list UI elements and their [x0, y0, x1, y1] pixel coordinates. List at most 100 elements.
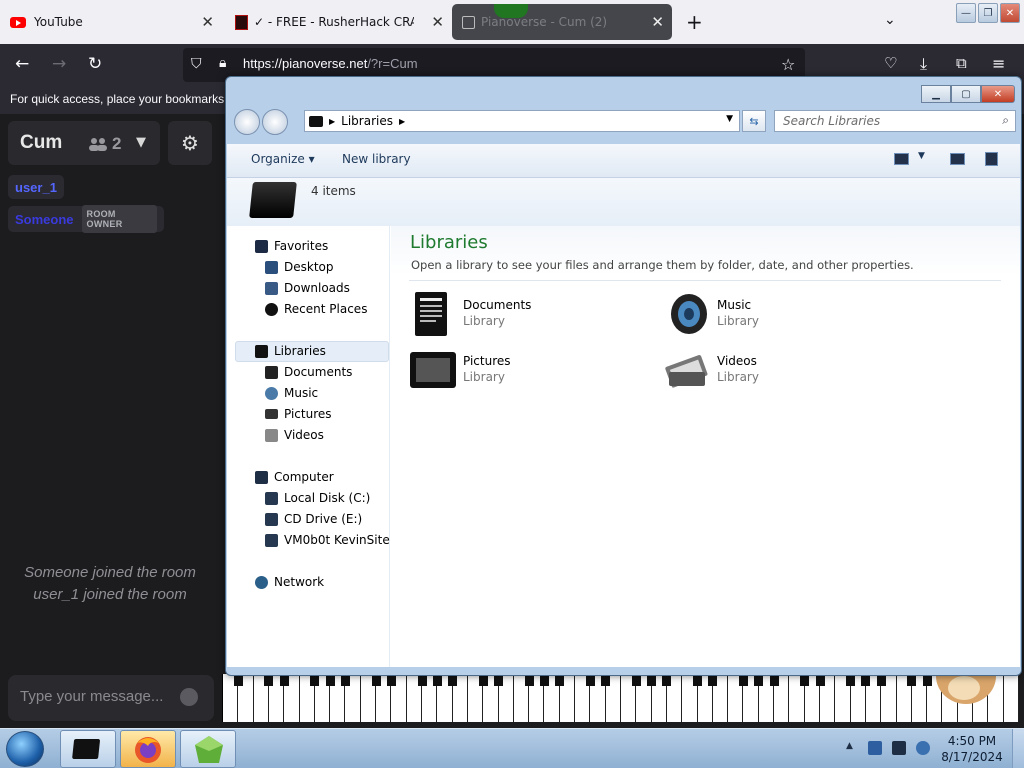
search-icon[interactable]: ⌕ [1002, 113, 1009, 128]
maximize-button[interactable]: ❐ [978, 3, 998, 23]
address-bar[interactable]: ▶ Libraries ▶ ▼ [304, 110, 740, 132]
breadcrumb-arrow-icon[interactable]: ▶ [329, 117, 335, 126]
help-icon[interactable] [985, 152, 998, 166]
list-all-tabs-button[interactable]: ⌄ [884, 12, 896, 28]
nav-item-downloads[interactable]: Downloads [265, 281, 350, 295]
nav-item-favorites[interactable]: Favorites [255, 239, 328, 253]
show-desktop-button[interactable] [1012, 729, 1024, 768]
lock-icon[interactable]: 🔒︎ [219, 55, 226, 71]
maximize-button[interactable]: ▢ [951, 85, 981, 103]
chevron-down-icon[interactable]: ▼ [726, 114, 733, 124]
start-button[interactable] [6, 731, 44, 767]
chat-log: Someone joined the room user_1 joined th… [10, 562, 210, 606]
pocket-icon[interactable]: ♡ [884, 54, 897, 72]
explorer-window-controls: ▁ ▢ ✕ [921, 85, 1015, 103]
search-input[interactable]: Search Libraries ⌕ [774, 110, 1016, 132]
library-music[interactable]: Music Library [663, 290, 883, 342]
breadcrumb-arrow-icon[interactable]: ▶ [399, 117, 405, 126]
chevron-down-icon[interactable]: ▼ [136, 135, 146, 150]
user-chip[interactable]: user_1 [8, 175, 64, 199]
close-icon[interactable]: ✕ [201, 13, 214, 31]
organize-button[interactable]: Organize ▾ [251, 152, 315, 166]
close-icon[interactable]: ✕ [651, 13, 664, 31]
green-gem-icon [195, 736, 223, 763]
extensions-icon[interactable]: ⧉ [956, 54, 967, 72]
piano-keyboard[interactable] [222, 674, 1019, 722]
divider [409, 280, 1001, 281]
url-host: https://pianoverse.net [243, 56, 368, 71]
bookmark-star-icon[interactable]: ☆ [781, 55, 795, 74]
clock-time: 4:50 PM [947, 734, 997, 748]
download-icon[interactable]: ⤓ [920, 54, 927, 74]
tab-youtube[interactable]: YouTube ✕ [0, 0, 222, 44]
chat-input[interactable]: Type your message... [20, 688, 163, 705]
nav-item-cd-drive[interactable]: CD Drive (E:) [265, 512, 362, 526]
new-library-button[interactable]: New library [342, 152, 411, 166]
nav-item-recent-places[interactable]: Recent Places [265, 302, 367, 316]
view-options-icon[interactable] [894, 153, 909, 165]
refresh-button[interactable]: ⇆ [742, 110, 766, 132]
nav-label: Computer [274, 470, 334, 484]
new-tab-button[interactable]: + [686, 10, 703, 34]
show-hidden-icons-button[interactable]: ▲ [846, 741, 853, 751]
taskbar-app-button[interactable] [180, 730, 236, 768]
videos-icon [265, 428, 278, 442]
back-button[interactable] [234, 109, 260, 135]
url-path: /?r=Cum [367, 56, 418, 71]
nav-item-documents[interactable]: Documents [265, 365, 352, 379]
room-selector[interactable]: Cum 2 ▼ [8, 121, 160, 165]
preview-pane-icon[interactable] [950, 153, 965, 165]
tab-title: YouTube [34, 15, 83, 29]
breadcrumb-libraries[interactable]: Libraries [341, 114, 393, 128]
nav-item-music[interactable]: Music [265, 386, 318, 400]
taskbar-explorer-button[interactable] [60, 730, 116, 768]
nav-label: Downloads [284, 281, 350, 295]
rusherhack-icon [235, 14, 248, 30]
forward-button[interactable] [262, 109, 288, 135]
documents-icon [265, 365, 278, 379]
library-documents[interactable]: Documents Library [409, 290, 629, 342]
minimize-button[interactable]: ▁ [921, 85, 951, 103]
nav-item-pictures[interactable]: Pictures [265, 407, 332, 421]
libraries-icon [72, 739, 100, 759]
send-message-icon[interactable] [180, 688, 198, 706]
taskbar-firefox-button[interactable] [120, 730, 176, 768]
chat-input-box[interactable]: Type your message... [8, 675, 214, 721]
nav-label: CD Drive (E:) [284, 512, 363, 526]
chat-message: Someone joined the room [24, 564, 196, 581]
back-arrow-icon[interactable]: ← [15, 54, 29, 74]
menu-icon[interactable]: ≡ [992, 54, 1005, 73]
close-button[interactable]: ✕ [1000, 3, 1020, 23]
nav-item-computer[interactable]: Computer [255, 470, 334, 484]
library-videos[interactable]: Videos Library [663, 346, 883, 398]
volume-icon[interactable] [916, 741, 930, 755]
library-pictures[interactable]: Pictures Library [409, 346, 629, 398]
nav-label: Documents [284, 365, 353, 379]
nav-item-network[interactable]: Network [255, 575, 324, 589]
nav-item-libraries[interactable]: Libraries [255, 344, 326, 358]
close-icon[interactable]: ✕ [431, 13, 444, 31]
organize-label: Organize [251, 152, 305, 166]
clock[interactable]: 4:50 PM 8/17/2024 [940, 733, 1004, 765]
nav-item-desktop[interactable]: Desktop [265, 260, 334, 274]
nav-item-vmsite[interactable]: VM0b0t KevinSite [265, 533, 390, 547]
nav-item-local-disk[interactable]: Local Disk (C:) [265, 491, 370, 505]
forward-arrow-icon[interactable]: → [52, 54, 66, 74]
explorer-toolbar: Organize ▾ New library ▼ [227, 144, 1020, 178]
nav-label: Videos [284, 428, 324, 442]
reload-icon[interactable]: ↻ [88, 54, 102, 74]
tab-pianoverse[interactable]: Pianoverse - Cum (2) ✕ [452, 4, 672, 40]
network-drive-icon [265, 533, 278, 547]
minimize-button[interactable]: — [956, 3, 976, 23]
network-tray-icon[interactable] [892, 741, 906, 755]
settings-gear-button[interactable]: ⚙ [168, 121, 212, 165]
nav-label: Network [274, 575, 325, 589]
computer-icon [255, 470, 268, 484]
shield-icon[interactable]: ⛉ [191, 56, 202, 72]
chevron-down-icon[interactable]: ▼ [918, 151, 925, 161]
tab-rusherhack[interactable]: ✓ - FREE - RusherHack CRACKED ✕ [226, 0, 452, 44]
action-center-icon[interactable] [868, 741, 882, 755]
user-chip[interactable]: Someone ROOM OWNER [8, 205, 164, 233]
close-button[interactable]: ✕ [981, 85, 1015, 103]
nav-item-videos[interactable]: Videos [265, 428, 324, 442]
